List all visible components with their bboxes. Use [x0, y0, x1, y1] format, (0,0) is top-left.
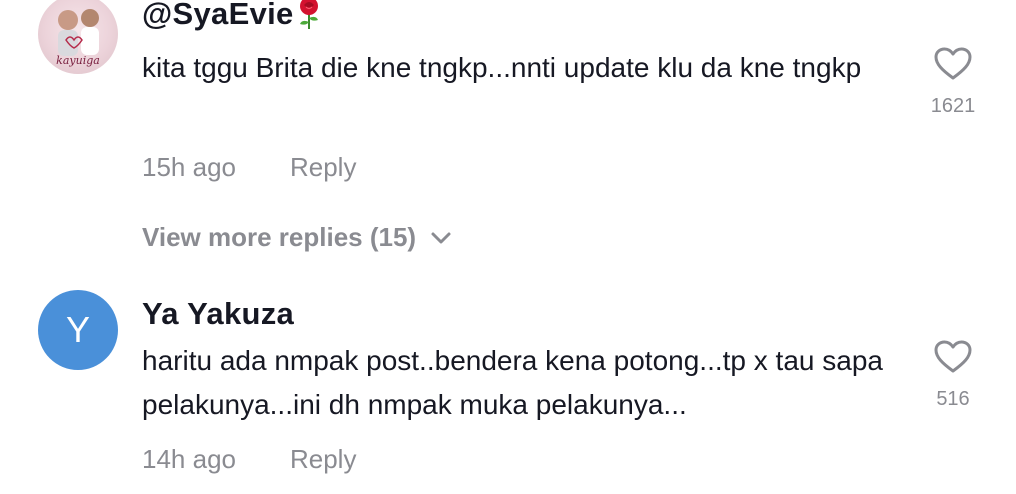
reply-button[interactable]: Reply: [290, 444, 356, 474]
timestamp: 14h ago: [142, 444, 236, 474]
comment-meta: 14h ago Reply: [142, 444, 356, 475]
comment-text: haritu ada nmpak post..bendera kena poto…: [142, 345, 883, 420]
svg-text:kayuiga: kayuiga: [56, 54, 100, 67]
avatar[interactable]: kayuiga: [38, 0, 118, 74]
comment-item: kayuiga @SyaEvie kita tggu Brita die kne…: [0, 0, 1016, 252]
timestamp: 15h ago: [142, 152, 236, 182]
view-more-replies-button[interactable]: View more replies (15): [142, 222, 452, 253]
heart-icon[interactable]: [934, 47, 972, 81]
like-button[interactable]: 516: [928, 340, 978, 411]
view-more-replies-label[interactable]: View more replies (15): [142, 222, 416, 253]
rose-emoji-icon: [299, 0, 318, 29]
comment-text: kita tggu Brita die kne tngkp...nnti upd…: [142, 52, 862, 83]
like-count: 516: [936, 388, 970, 410]
like-count: 1621: [930, 95, 976, 117]
avatar-image: kayuiga: [56, 9, 100, 67]
comment-meta: 15h ago Reply: [142, 152, 356, 183]
username-text[interactable]: @SyaEvie: [142, 0, 294, 31]
comment-item: Y Ya Yakuza haritu ada nmpak post..bende…: [0, 285, 1016, 494]
avatar[interactable]: Y: [38, 290, 118, 370]
like-button[interactable]: 1621: [928, 47, 978, 118]
chevron-down-icon[interactable]: [430, 231, 452, 245]
avatar-letter: Y: [65, 309, 90, 350]
heart-icon[interactable]: [934, 340, 972, 374]
reply-button[interactable]: Reply: [290, 152, 356, 182]
username[interactable]: @SyaEvie: [142, 0, 322, 32]
username[interactable]: Ya Yakuza: [142, 296, 294, 332]
